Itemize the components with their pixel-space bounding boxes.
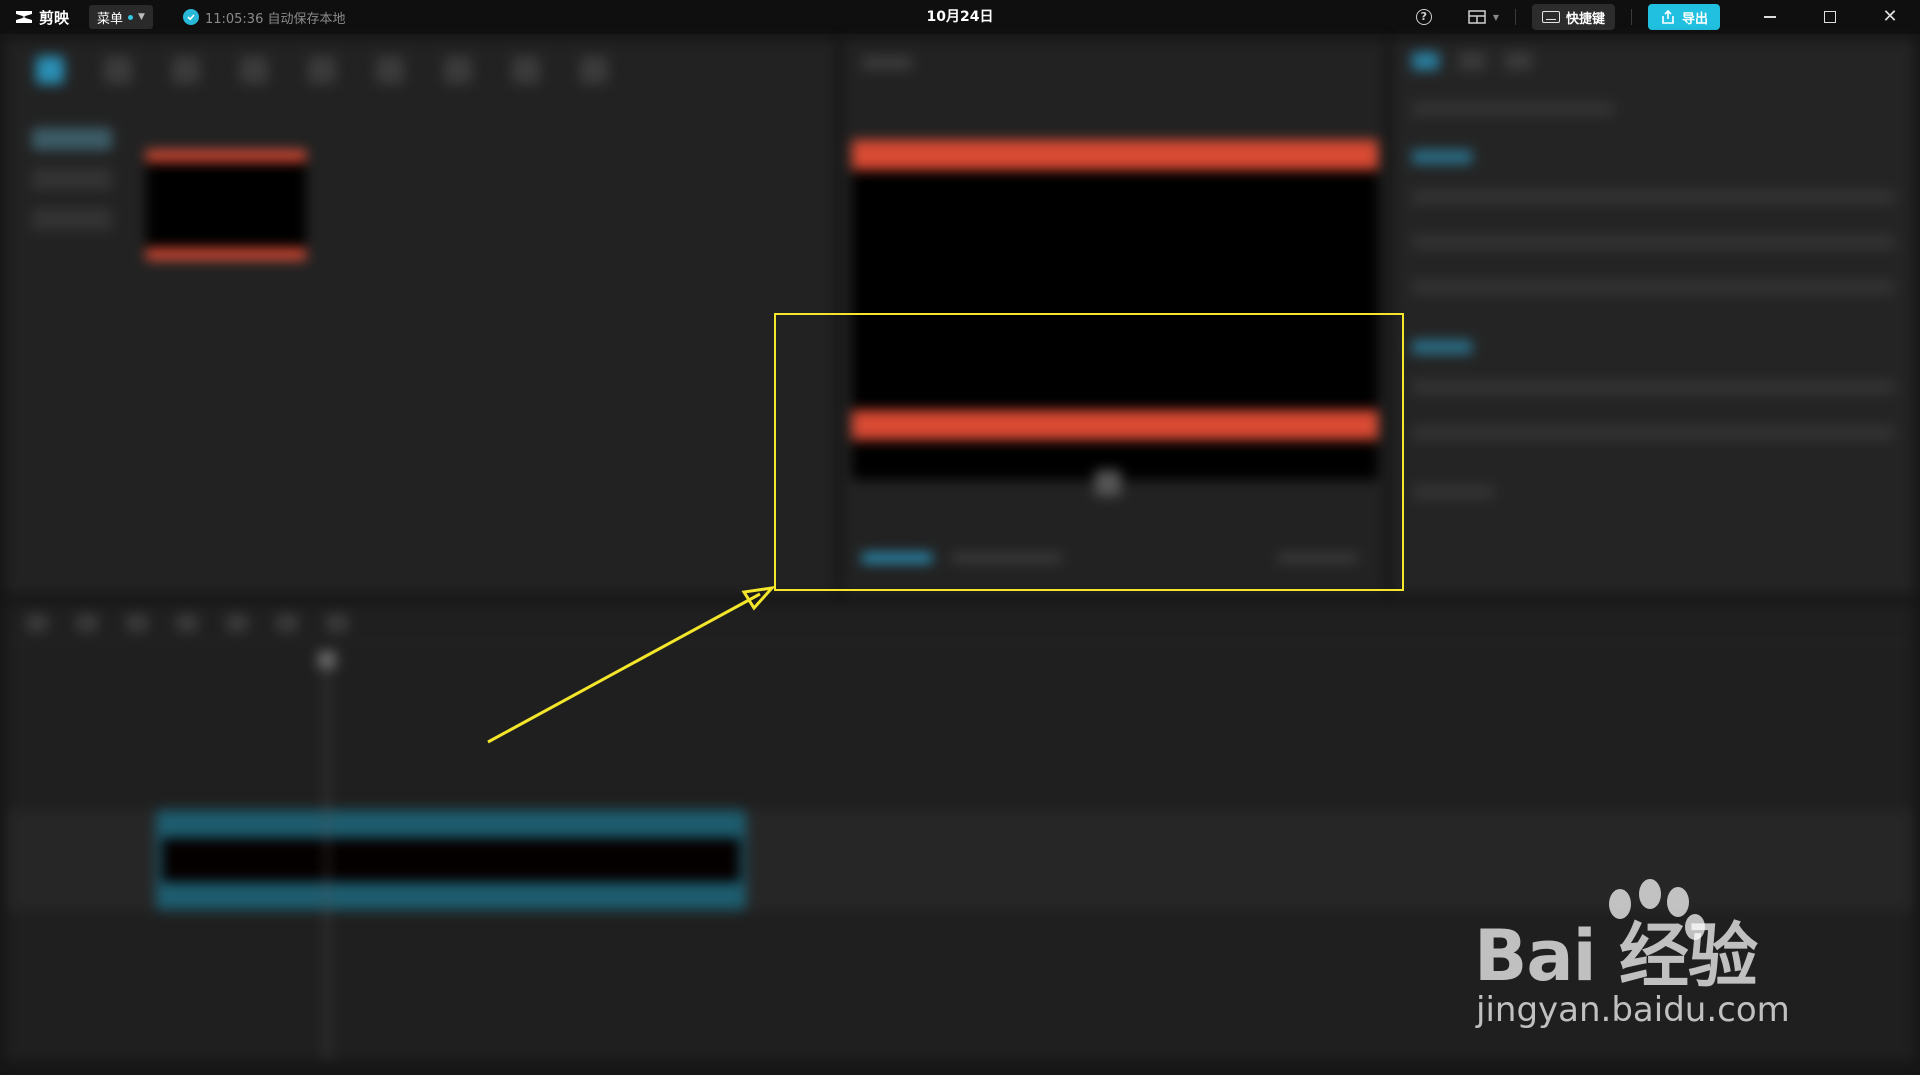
watermark-url: jingyan.baidu.com	[1476, 990, 1790, 1030]
watermark-brand: Bai 经验	[1474, 915, 1758, 997]
